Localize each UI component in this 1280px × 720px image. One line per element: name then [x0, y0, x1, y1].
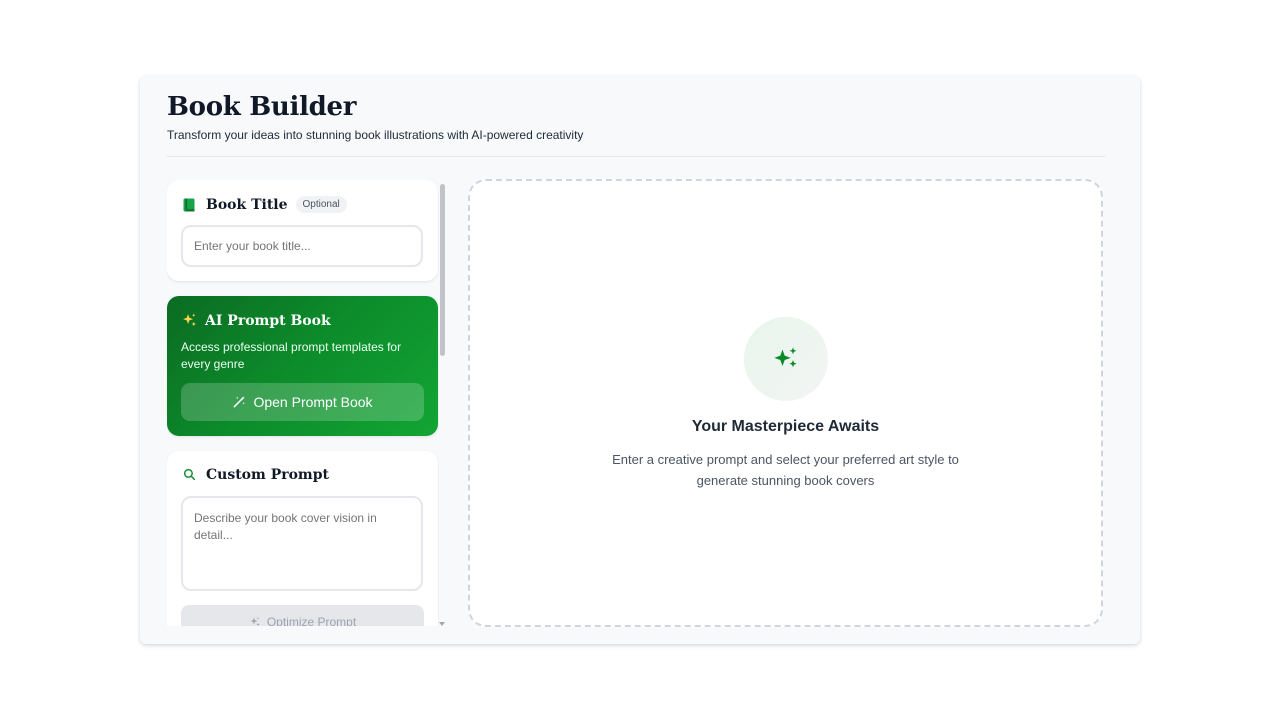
book-title-card: Book Title Optional [167, 180, 438, 281]
magic-wand-icon [232, 395, 246, 409]
scroll-down-arrow-icon[interactable] [439, 622, 445, 626]
open-prompt-book-button[interactable]: Open Prompt Book [181, 383, 424, 421]
preview-title: Your Masterpiece Awaits [691, 418, 880, 435]
custom-prompt-card: Custom Prompt Optimize Prompt [167, 451, 438, 626]
custom-prompt-title: Custom Prompt [206, 467, 330, 483]
page-title: Book Builder [167, 92, 357, 122]
open-prompt-book-label: Open Prompt Book [253, 394, 373, 410]
prompt-book-description: Access professional prompt templates for… [181, 340, 402, 371]
header: Book Builder Transform your ideas into s… [167, 92, 1105, 142]
search-icon [183, 468, 197, 482]
custom-prompt-header: Custom Prompt [183, 467, 329, 483]
custom-prompt-textarea[interactable] [181, 496, 423, 591]
left-panel[interactable]: Book Title Optional AI Prompt Book Acces… [167, 180, 439, 626]
sparkles-icon [772, 345, 800, 373]
page-subtitle: Transform your ideas into stunning book … [167, 128, 584, 142]
prompt-book-title: AI Prompt Book [205, 312, 331, 329]
book-icon [183, 198, 197, 212]
optimize-prompt-button[interactable]: Optimize Prompt [181, 605, 424, 626]
sparkles-icon [181, 312, 198, 329]
book-title-input[interactable] [181, 225, 423, 267]
optimize-prompt-label: Optimize Prompt [266, 615, 357, 626]
header-divider [167, 156, 1105, 157]
book-builder-app: Book Builder Transform your ideas into s… [140, 76, 1140, 644]
book-title-label: Book Title [206, 196, 288, 213]
book-title-header: Book Title Optional [183, 196, 347, 213]
optional-badge: Optional [295, 196, 347, 213]
scroll-thumb[interactable] [440, 184, 445, 356]
preview-panel: Your Masterpiece Awaits Enter a creative… [468, 179, 1103, 627]
preview-description: Enter a creative prompt and select your … [612, 452, 959, 488]
prompt-book-header: AI Prompt Book [181, 312, 331, 329]
sparkles-icon [249, 616, 261, 626]
ai-prompt-book-card: AI Prompt Book Access professional promp… [167, 296, 438, 436]
left-panel-scrollbar[interactable] [439, 180, 447, 626]
preview-icon-badge [744, 317, 828, 401]
